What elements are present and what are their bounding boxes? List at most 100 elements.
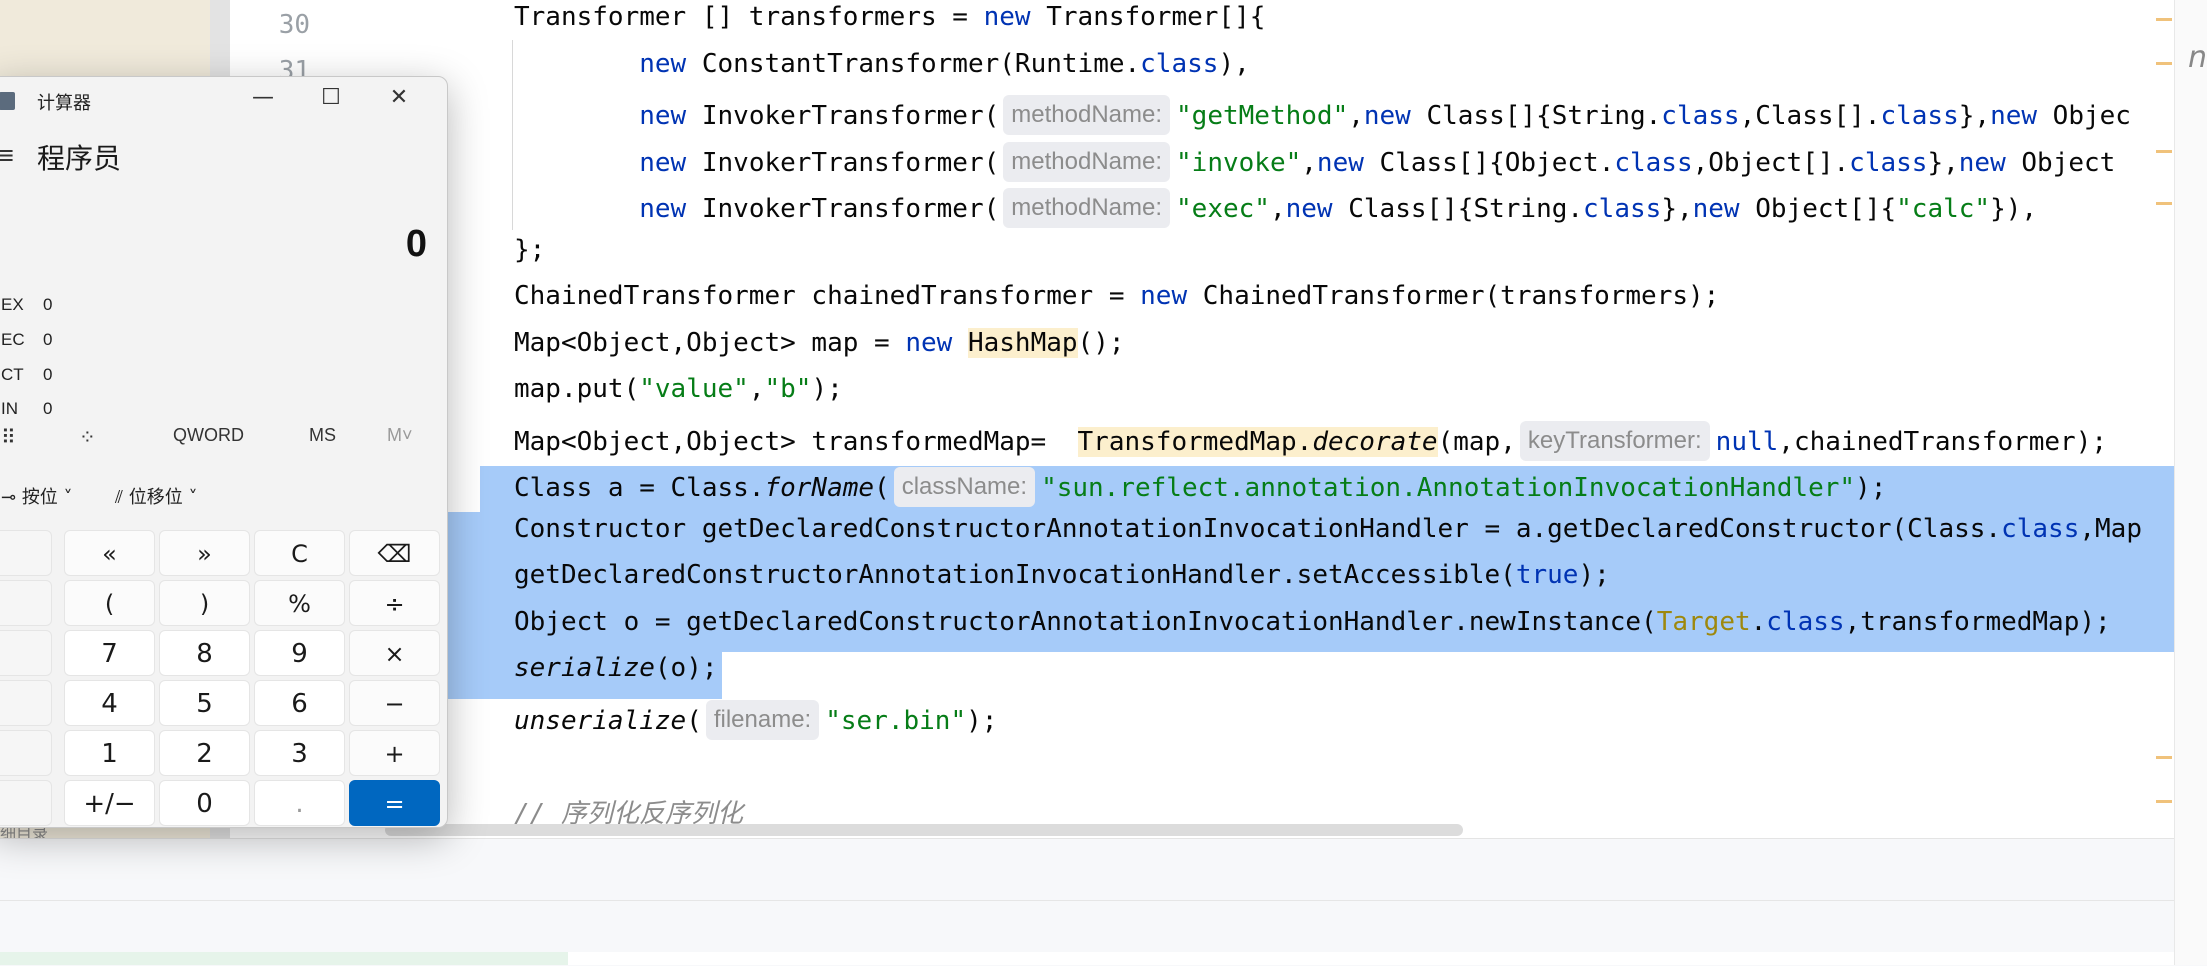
digit-1-key[interactable]: 1 (64, 730, 155, 776)
code-line[interactable]: unserialize(filename: "ser.bin"); (514, 699, 997, 747)
code-line[interactable]: Class a = Class.forName(className: "sun.r… (514, 467, 1886, 514)
digit-7-key[interactable]: 7 (64, 630, 155, 676)
code-line[interactable]: Transformer [] transformers = new Transf… (514, 2, 1265, 49)
digit-0-key[interactable]: 0 (159, 780, 250, 826)
radix-oct[interactable]: CT 0 (1, 365, 52, 385)
code-line[interactable]: serialize(o); (514, 653, 718, 700)
memory-store-button[interactable]: MS (309, 425, 336, 446)
calculator-titlebar[interactable]: 计算器 — ☐ ✕ (0, 77, 447, 125)
hex-f-key: F (0, 780, 52, 826)
code-token: . (1750, 606, 1767, 637)
code-token: class (1661, 101, 1740, 131)
bitshift-dropdown[interactable]: ⫽ 位移位 ˅ (115, 483, 197, 509)
code-token: "ser.bin" (825, 705, 967, 736)
code-token: true (1515, 560, 1579, 590)
radix-label: EC (1, 330, 25, 349)
code-token: new (639, 101, 687, 131)
code-token: InvokerTransformer( (686, 101, 1000, 131)
hex-c-key: C (0, 630, 52, 676)
maximize-button[interactable]: ☐ (309, 85, 353, 121)
code-token: class (1140, 48, 1219, 79)
hamburger-menu-icon[interactable]: ≡ (0, 141, 15, 169)
warning-marker[interactable] (2156, 800, 2172, 803)
code-editor[interactable]: Transformer [] transformers = new Transf… (446, 0, 2174, 838)
code-token: HashMap (967, 327, 1078, 358)
multiply-key[interactable]: × (349, 630, 440, 676)
digit-9-key[interactable]: 9 (254, 630, 345, 676)
code-line[interactable]: getDeclaredConstructorAnnotationInvocati… (514, 560, 1610, 607)
code-token: Object[]{ (1739, 194, 1897, 224)
error-stripe[interactable] (2150, 0, 2174, 838)
code-token: ( (874, 473, 890, 503)
open-paren-key[interactable]: ( (64, 580, 155, 626)
bitwise-dropdown[interactable]: ⊸ 按位 ˅ (1, 483, 73, 509)
warning-marker[interactable] (2156, 62, 2172, 65)
code-line[interactable]: }; (514, 235, 545, 282)
calculator-title: 计算器 (37, 93, 91, 114)
code-line[interactable]: Map<Object,Object> transformedMap= Trans… (514, 420, 2107, 468)
code-token: Class a = Class. (514, 473, 765, 503)
digit-3-key[interactable]: 3 (254, 730, 345, 776)
code-token: Class[]{String. (1332, 194, 1584, 224)
code-token: ,transformedMap); (1844, 606, 2111, 637)
digit-8-key[interactable]: 8 (159, 630, 250, 676)
parameter-hint: methodName: (1003, 95, 1171, 135)
minimize-button[interactable]: — (241, 85, 285, 121)
code-token: new (639, 147, 687, 178)
bit-toggle-keypad-icon[interactable]: ⁘ (79, 425, 96, 450)
code-token: ,Object[]. (1692, 147, 1850, 178)
code-token: new (905, 327, 953, 358)
close-button[interactable]: ✕ (377, 85, 421, 121)
code-line[interactable]: ChainedTransformer chainedTransformer = … (514, 281, 1719, 328)
add-key[interactable]: + (349, 730, 440, 776)
warning-marker[interactable] (2156, 150, 2172, 153)
radix-hex[interactable]: EX 0 (1, 295, 52, 315)
divide-key[interactable]: ÷ (349, 580, 440, 626)
code-token: "exec" (1176, 194, 1270, 224)
digit-5-key[interactable]: 5 (159, 680, 250, 726)
code-token: TransformedMap. (1077, 426, 1313, 457)
code-token: class (1880, 101, 1959, 131)
code-token: InvokerTransformer( (686, 147, 1000, 178)
clear-key[interactable]: C (254, 530, 345, 576)
code-line[interactable]: Map<Object,Object> map = new HashMap(); (514, 327, 1125, 375)
subtract-key[interactable]: − (349, 680, 440, 726)
code-line[interactable]: new InvokerTransformer(methodName: "getMe… (514, 95, 2131, 142)
radix-value: 0 (43, 365, 53, 384)
negate-key[interactable]: +/− (64, 780, 155, 826)
memory-recall-button[interactable]: M˅ (387, 425, 413, 446)
full-keypad-icon[interactable]: ⠿ (1, 425, 16, 450)
radix-bin[interactable]: IN 0 (1, 399, 52, 419)
radix-value: 0 (43, 295, 53, 314)
warning-marker[interactable] (2156, 756, 2172, 759)
right-shift-key[interactable]: » (159, 530, 250, 576)
digit-4-key[interactable]: 4 (64, 680, 155, 726)
code-token: Objec (2037, 101, 2131, 131)
close-paren-key[interactable]: ) (159, 580, 250, 626)
code-line[interactable]: new InvokerTransformer(methodName: "invok… (514, 141, 2115, 189)
backspace-key[interactable]: ⌫ (349, 530, 440, 576)
percent-key[interactable]: % (254, 580, 345, 626)
code-line[interactable]: new ConstantTransformer(Runtime.class), (514, 49, 1250, 96)
code-token: "b" (764, 374, 812, 404)
code-line[interactable]: new InvokerTransformer(methodName: "exec"… (514, 188, 2037, 235)
code-token: , (1301, 147, 1317, 178)
code-line[interactable]: Object o = getDeclaredConstructorAnnotat… (514, 607, 2111, 654)
left-shift-key[interactable]: « (64, 530, 155, 576)
code-token: new (1958, 147, 2006, 178)
warning-marker[interactable] (2156, 18, 2172, 21)
radix-dec[interactable]: EC 0 (1, 330, 52, 350)
decimal-key[interactable]: . (254, 780, 345, 826)
warning-marker[interactable] (2156, 202, 2172, 205)
parameter-hint: methodName: (1003, 188, 1171, 228)
horizontal-scrollbar[interactable] (385, 824, 1463, 836)
right-strip-glyph: n (2188, 40, 2207, 75)
code-line[interactable]: Constructor getDeclaredConstructorAnnota… (514, 514, 2142, 561)
code-token: Transformer [] transformers = (514, 2, 984, 32)
code-line[interactable]: map.put("value","b"); (514, 374, 843, 421)
equals-key[interactable]: = (349, 780, 440, 826)
word-size-button[interactable]: QWORD (173, 425, 244, 446)
digit-2-key[interactable]: 2 (159, 730, 250, 776)
digit-6-key[interactable]: 6 (254, 680, 345, 726)
